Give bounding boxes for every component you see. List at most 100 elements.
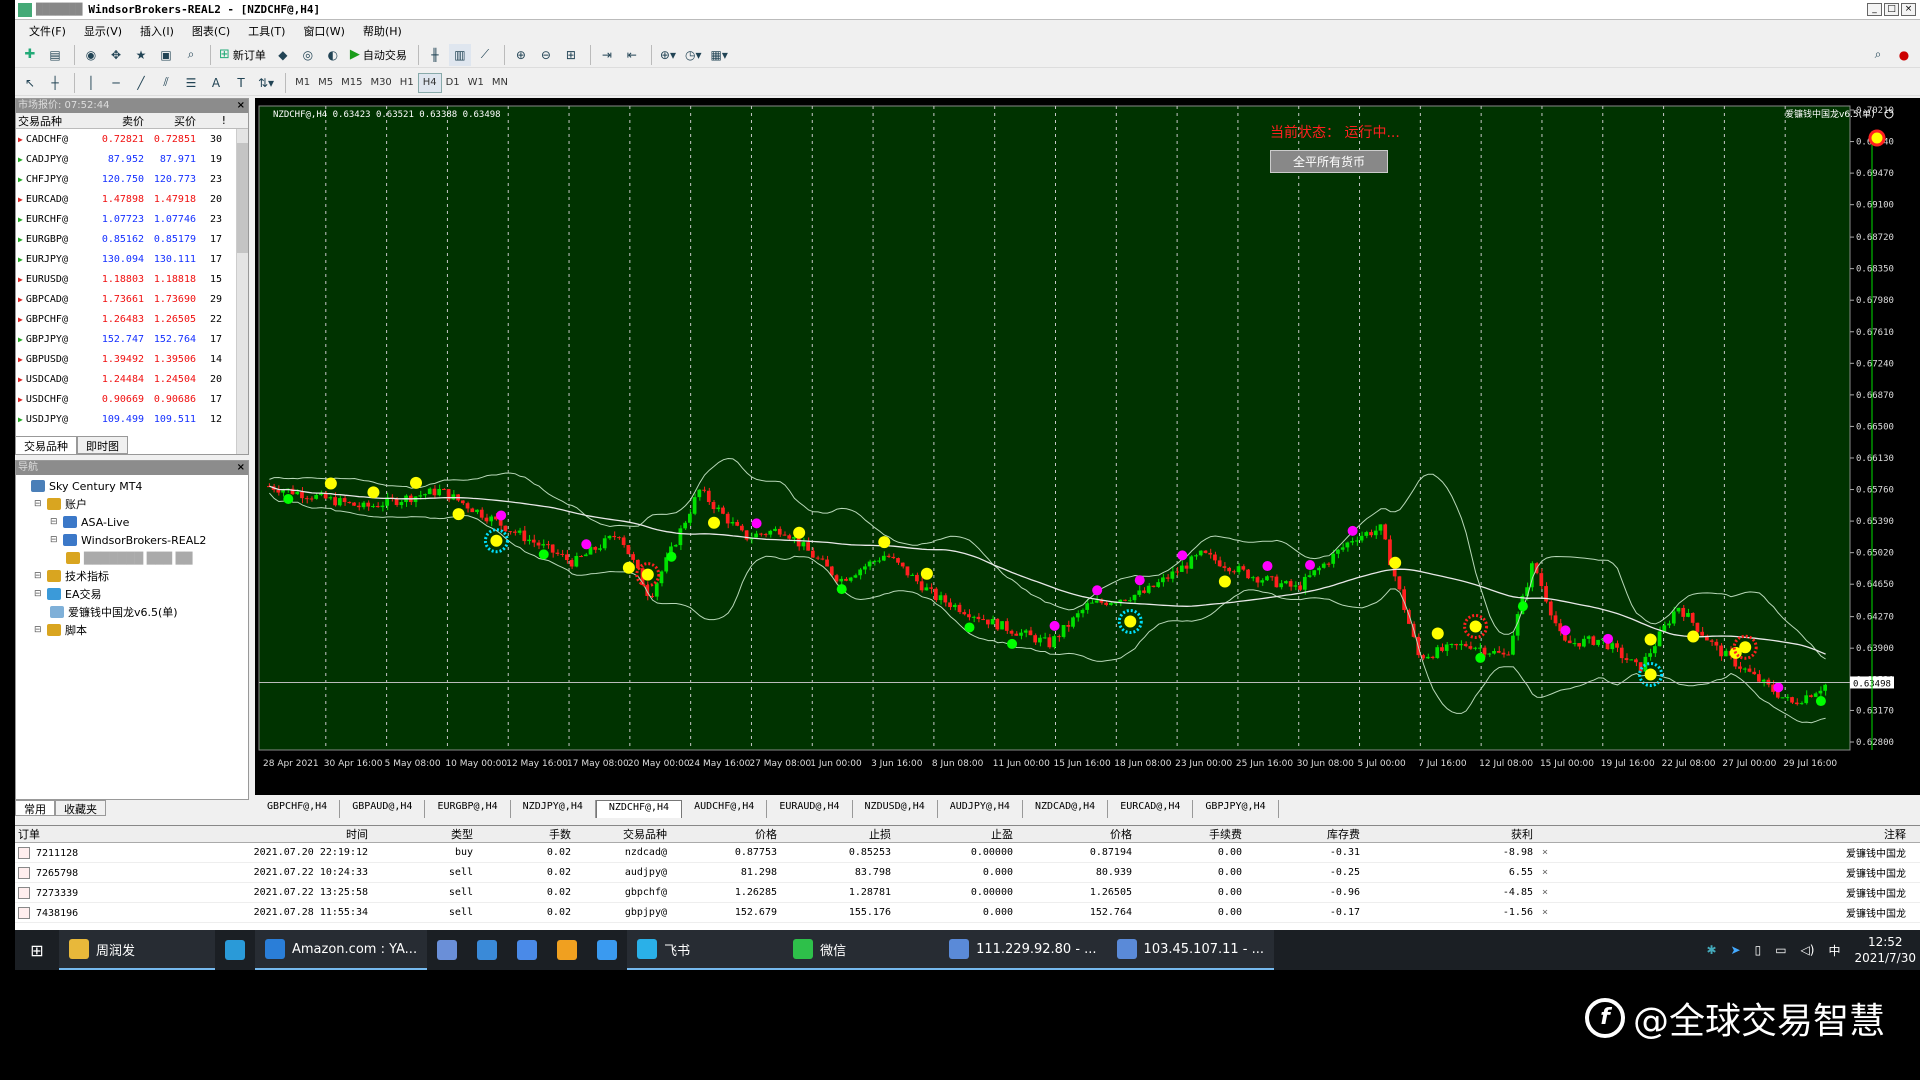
navigator-item[interactable]: Sky Century MT4 (16, 477, 248, 495)
column-header[interactable]: ! (196, 114, 226, 127)
taskbar-app[interactable] (507, 930, 547, 970)
market-watch-row[interactable]: ▶ EURUSD@ 1.18803 1.18818 15 (16, 269, 248, 289)
terminal-column-header[interactable]: 手续费 (1135, 826, 1245, 842)
timeframe-m15-button[interactable]: M15 (337, 73, 366, 93)
terminal-icon[interactable]: ▣ (155, 44, 177, 66)
cursor-icon[interactable]: ↖ (19, 72, 41, 94)
chart-window[interactable]: 0.702100.698400.694700.691000.687200.683… (255, 98, 1920, 795)
notification-icon[interactable]: ● (1893, 44, 1915, 66)
navigator-item[interactable]: ⊟ 脚本 (16, 621, 248, 639)
horizontal-line-icon[interactable]: ─ (105, 72, 127, 94)
bar-chart-icon[interactable]: ╫ (424, 44, 446, 66)
column-header[interactable]: 卖价 (92, 113, 144, 129)
terminal-column-header[interactable]: 获利 (1363, 826, 1536, 842)
zoom-in-icon[interactable]: ⊕ (510, 44, 532, 66)
arrows-icon[interactable]: ⇅▾ (255, 72, 277, 94)
chart-tab[interactable]: EURCAD@,H4 (1108, 800, 1194, 818)
market-watch-row[interactable]: ▶ CADCHF@ 0.72821 0.72851 30 (16, 129, 248, 149)
templates-icon[interactable]: ▦▾ (707, 44, 730, 66)
chart-tab[interactable]: NZDCHF@,H4 (595, 800, 683, 818)
crosshair-icon[interactable]: ┼ (44, 72, 66, 94)
market-watch-tab[interactable]: 即时图 (77, 436, 128, 454)
order-row[interactable]: 7265798 2021.07.22 10:24:33 sell 0.02 audjpy… (15, 863, 1920, 883)
battery-icon[interactable]: ▯ (1755, 943, 1762, 957)
vertical-line-icon[interactable]: │ (80, 72, 102, 94)
navigator-tab[interactable]: 收藏夹 (55, 800, 106, 816)
timeframe-m30-button[interactable]: M30 (366, 73, 395, 93)
search-icon[interactable]: ⌕ (1867, 44, 1889, 66)
maximize-button[interactable]: □ (1884, 3, 1899, 16)
menu-item[interactable]: 图表(C) (192, 23, 230, 39)
menu-item[interactable]: 工具(T) (248, 23, 285, 39)
market-watch-row[interactable]: ▶ GBPCAD@ 1.73661 1.73690 29 (16, 289, 248, 309)
timeframe-w1-button[interactable]: W1 (464, 73, 488, 93)
expand-icon[interactable]: ⊟ (34, 571, 43, 581)
taskbar-app[interactable]: 飞书 (627, 930, 784, 970)
tile-windows-icon[interactable]: ⊞ (560, 44, 582, 66)
close-icon[interactable]: × (237, 461, 245, 475)
channel-icon[interactable]: ⫽ (155, 72, 177, 94)
timeframe-h1-button[interactable]: H1 (396, 73, 418, 93)
close-order-icon[interactable]: × (1536, 867, 1554, 878)
terminal-column-header[interactable]: 时间 (171, 826, 371, 842)
market-watch-row[interactable]: ▶ EURJPY@ 130.094 130.111 17 (16, 249, 248, 269)
timeframe-m5-button[interactable]: M5 (314, 73, 337, 93)
terminal-column-header[interactable]: 价格 (670, 826, 780, 842)
new-order-button[interactable]: ⊞ 新订单 (216, 44, 269, 66)
navigator-item[interactable]: ⊟ 技术指标 (16, 567, 248, 585)
chart-tab[interactable]: NZDJPY@,H4 (511, 800, 596, 818)
label-icon[interactable]: T (230, 72, 252, 94)
expand-icon[interactable]: ⊟ (50, 517, 59, 527)
taskbar-app[interactable] (547, 930, 587, 970)
auto-trading-button[interactable]: ▶ 自动交易 (347, 44, 410, 66)
expand-icon[interactable]: ⊟ (34, 625, 43, 635)
network-icon[interactable]: ▭ (1775, 943, 1786, 957)
terminal-column-header[interactable]: 止盈 (894, 826, 1016, 842)
ime-icon[interactable]: 中 (1828, 942, 1840, 959)
expand-icon[interactable]: ⊟ (34, 589, 43, 599)
timeframe-m1-button[interactable]: M1 (291, 73, 314, 93)
expand-icon[interactable]: ⊟ (34, 499, 43, 509)
line-chart-icon[interactable]: ⟋ (474, 44, 496, 66)
taskbar-app[interactable]: 111.229.92.80 - ... (939, 930, 1107, 970)
volume-icon[interactable]: ◁) (1801, 943, 1815, 957)
taskbar-app[interactable]: Amazon.com : YA... (255, 930, 428, 970)
chart-tab[interactable]: GBPCHF@,H4 (255, 800, 341, 818)
timeframe-mn-button[interactable]: MN (488, 73, 512, 93)
close-button[interactable]: × (1901, 3, 1916, 16)
market-watch-icon[interactable]: ◉ (80, 44, 102, 66)
taskbar-app[interactable]: 103.45.107.11 - ... (1106, 930, 1275, 970)
close-order-icon[interactable]: × (1536, 887, 1554, 898)
data-window-icon[interactable]: ✥ (105, 44, 127, 66)
tester-icon[interactable]: ⌕ (180, 44, 202, 66)
chart-tab[interactable]: GBPAUD@,H4 (340, 800, 426, 818)
menu-item[interactable]: 文件(F) (29, 23, 66, 39)
terminal-column-header[interactable]: 止损 (780, 826, 894, 842)
menu-item[interactable]: 显示(V) (84, 23, 122, 39)
market-watch-tab[interactable]: 交易品种 (15, 436, 77, 454)
taskbar-app[interactable] (427, 930, 467, 970)
taskbar-app[interactable] (467, 930, 507, 970)
auto-scroll-icon[interactable]: ⇥ (596, 44, 618, 66)
order-row[interactable]: 7273339 2021.07.22 13:25:58 sell 0.02 gbpchf… (15, 883, 1920, 903)
chart-tab[interactable]: EURAUD@,H4 (767, 800, 853, 818)
market-watch-row[interactable]: ▶ EURCHF@ 1.07723 1.07746 23 (16, 209, 248, 229)
order-row[interactable]: 7438196 2021.07.28 11:55:34 sell 0.02 gbpjpy… (15, 903, 1920, 923)
expand-icon[interactable]: ⊟ (50, 535, 59, 545)
terminal-column-header[interactable]: 注释 (1554, 826, 1909, 842)
navigator-item[interactable]: ⊟ ASA-Live (16, 513, 248, 531)
terminal-column-header[interactable]: 交易品种 (574, 826, 670, 842)
market-icon[interactable]: ◐ (322, 44, 344, 66)
price-chart[interactable]: 0.702100.698400.694700.691000.687200.683… (255, 98, 1920, 795)
bluetooth-icon[interactable]: ✱ (1706, 943, 1716, 957)
text-icon[interactable]: A (205, 72, 227, 94)
signals-icon[interactable]: ◎ (297, 44, 319, 66)
navigator-tab[interactable]: 常用 (15, 800, 55, 816)
order-row[interactable]: 7211128 2021.07.20 22:19:12 buy 0.02 nzdcad@… (15, 843, 1920, 863)
close-order-icon[interactable]: × (1536, 847, 1554, 858)
market-watch-row[interactable]: ▶ USDCAD@ 1.24484 1.24504 20 (16, 369, 248, 389)
taskbar-app[interactable]: 微信 (783, 930, 940, 970)
close-all-button[interactable]: 全平所有货币 (1270, 150, 1388, 173)
periods-icon[interactable]: ◷▾ (682, 44, 705, 66)
indicators-icon[interactable]: ⊕▾ (657, 44, 679, 66)
